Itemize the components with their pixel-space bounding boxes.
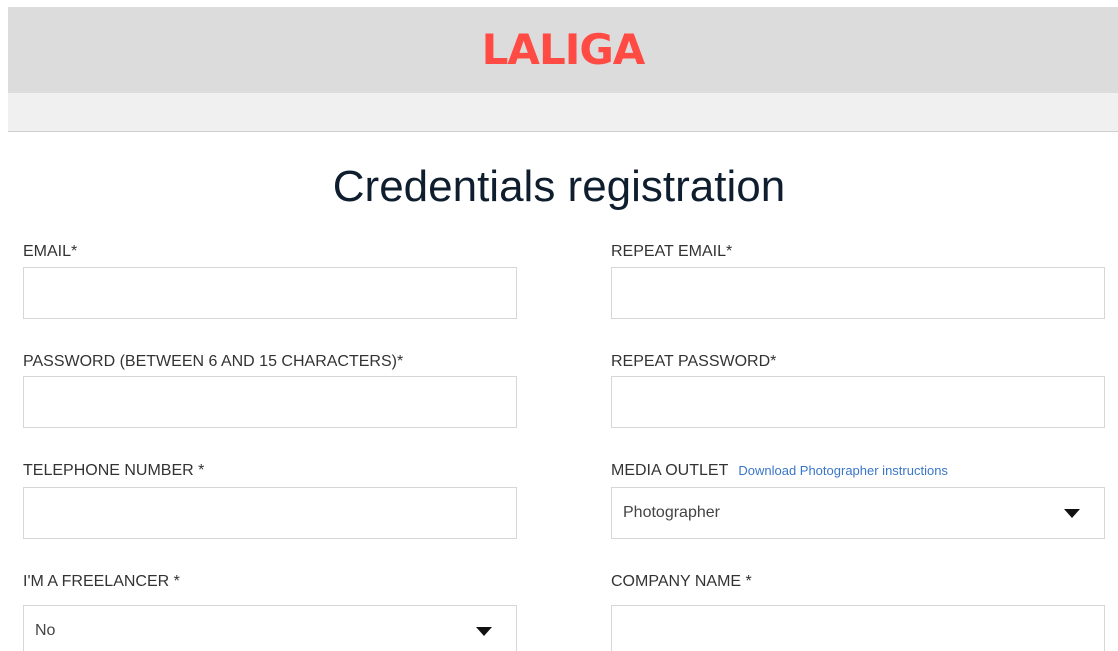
email-label: EMAIL* [23, 243, 78, 260]
freelancer-selected-value: No [35, 622, 56, 639]
freelancer-select[interactable]: No [23, 605, 517, 651]
media-outlet-label: MEDIA OUTLET Download Photographer instru… [611, 461, 948, 481]
email-field[interactable] [23, 267, 517, 319]
repeat-password-label: REPEAT PASSWORD* [611, 353, 777, 370]
repeat-password-field[interactable] [611, 376, 1105, 428]
freelancer-label: I'M A FREELANCER * [23, 573, 180, 590]
repeat-email-label: REPEAT EMAIL* [611, 243, 733, 260]
chevron-down-icon [1064, 509, 1080, 518]
repeat-email-field[interactable] [611, 267, 1105, 319]
page-title: Credentials registration [332, 162, 786, 211]
media-outlet-selected-value: Photographer [623, 504, 720, 521]
telephone-field[interactable] [23, 487, 517, 539]
media-outlet-label-text: MEDIA OUTLET [611, 462, 729, 479]
telephone-label: TELEPHONE NUMBER * [23, 462, 205, 479]
download-instructions-link[interactable]: Download Photographer instructions [738, 463, 948, 478]
sub-navigation-bar [8, 93, 1118, 132]
laliga-logo[interactable]: LALIGA [8, 24, 1118, 76]
site-header: LALIGA [8, 7, 1118, 93]
registration-page: LALIGA Credentials registration EMAIL* R… [0, 0, 1118, 651]
company-name-field[interactable] [611, 605, 1105, 651]
chevron-down-icon [476, 627, 492, 636]
password-label: PASSWORD (BETWEEN 6 AND 15 CHARACTERS)* [23, 353, 404, 370]
media-outlet-select[interactable]: Photographer [611, 487, 1105, 539]
password-field[interactable] [23, 376, 517, 428]
company-name-label: COMPANY NAME * [611, 573, 752, 590]
